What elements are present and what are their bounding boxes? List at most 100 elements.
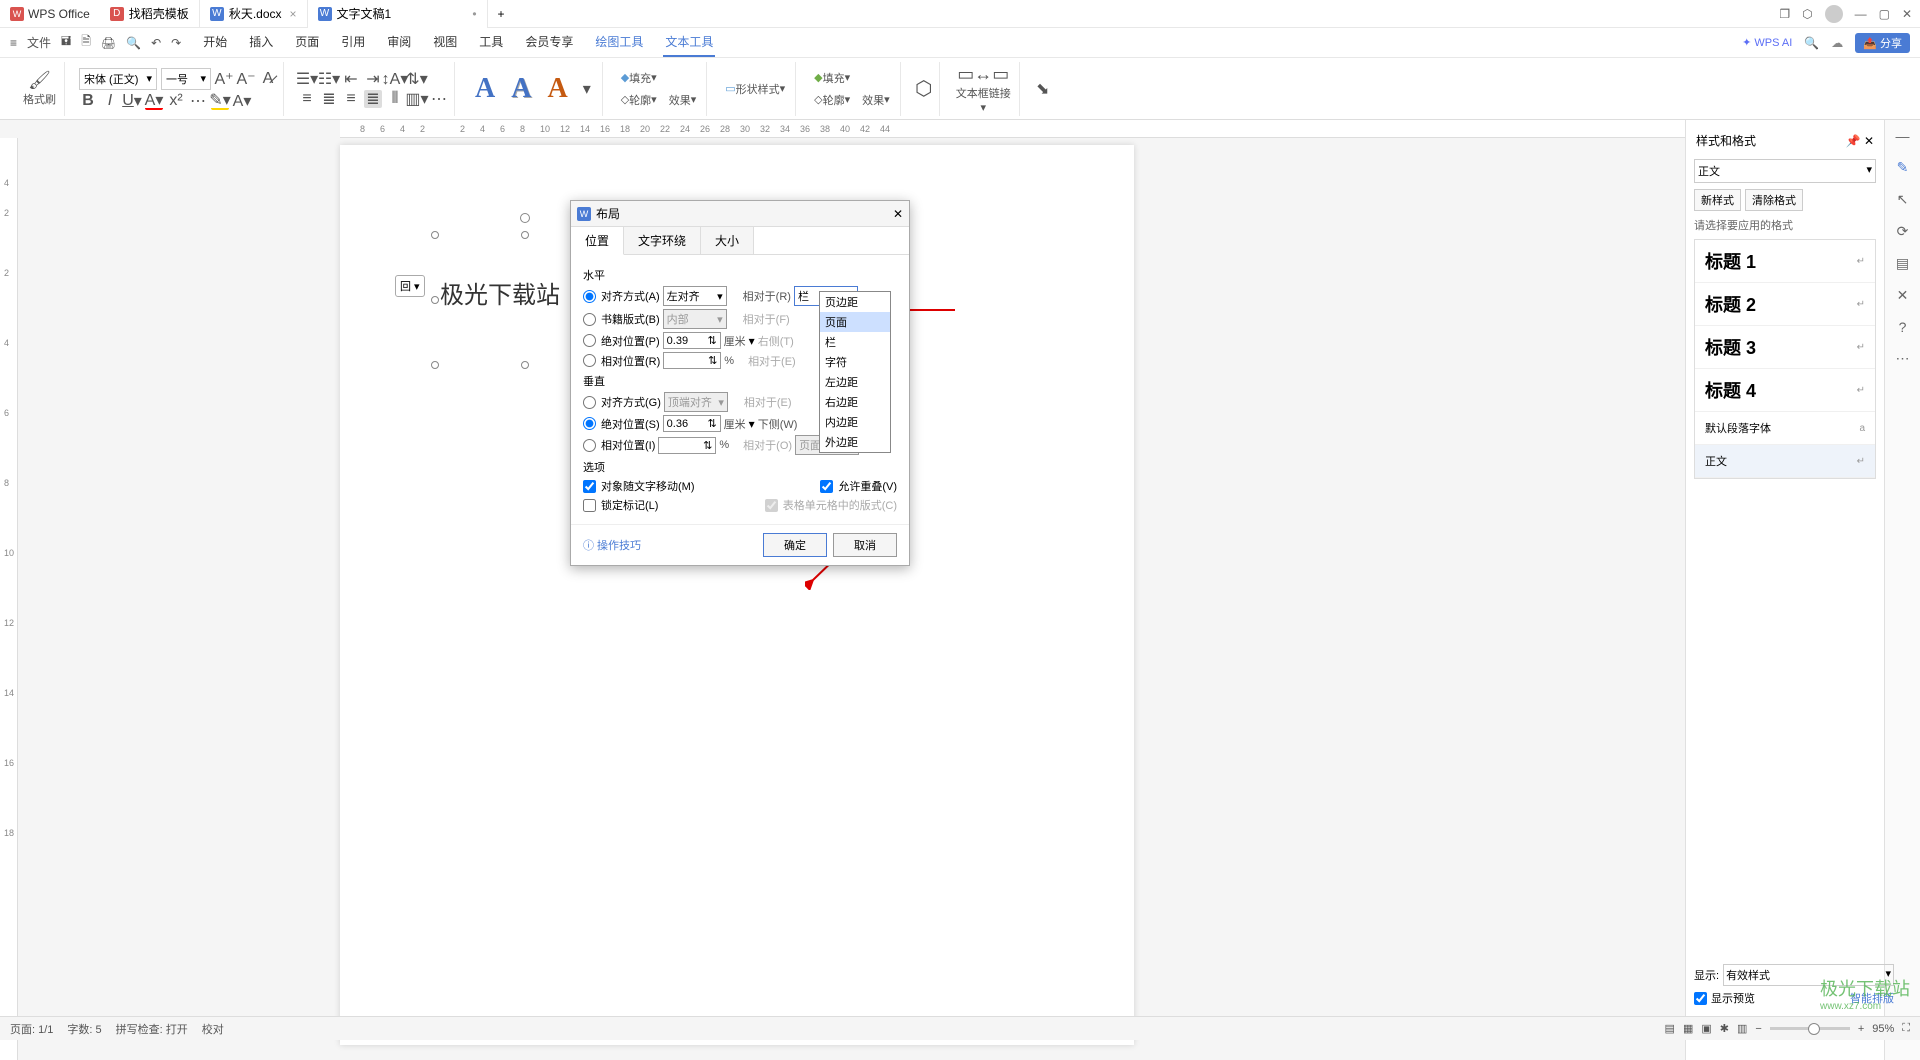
dropdown-item-margin[interactable]: 页边距 (820, 292, 890, 312)
tab-reference[interactable]: 引用 (339, 28, 367, 57)
tab-drawing-tools[interactable]: 绘图工具 (593, 28, 645, 57)
italic-icon[interactable]: I (101, 92, 119, 110)
highlight-icon[interactable]: ✎▾ (211, 92, 229, 110)
shape-outline-button[interactable]: ◇ 轮廓 ▾ (810, 90, 854, 110)
increase-font-icon[interactable]: A⁺ (215, 70, 233, 88)
vabs-spinner[interactable]: 0.36⇅ (663, 415, 721, 432)
handle-tl[interactable] (431, 231, 439, 239)
window-copy-icon[interactable]: ❐ (1779, 7, 1790, 21)
wordart-more-icon[interactable]: ▾ (578, 80, 596, 98)
search-icon[interactable]: 🔍 (1804, 36, 1819, 50)
new-style-button[interactable]: 新样式 (1694, 189, 1741, 211)
dropdown-item-inner[interactable]: 内边距 (820, 412, 890, 432)
zoom-out-icon[interactable]: − (1755, 1023, 1761, 1035)
dropdown-item-rightmargin[interactable]: 右边距 (820, 392, 890, 412)
zoom-value[interactable]: 95% (1872, 1023, 1894, 1035)
tab-tools[interactable]: 工具 (477, 28, 505, 57)
dropdown-item-column[interactable]: 栏 (820, 332, 890, 352)
abspos-radio[interactable]: 绝对位置(P) (583, 333, 660, 349)
maximize-icon[interactable]: ▢ (1879, 7, 1890, 21)
style-heading-3[interactable]: 标题 3↵ (1695, 326, 1875, 369)
handle-ml[interactable] (431, 296, 439, 304)
saveas-icon[interactable]: 🗎 (81, 32, 91, 53)
ok-button[interactable]: 确定 (763, 533, 827, 557)
shape-fill-button[interactable]: ◆ 填充 ▾ (810, 68, 894, 88)
align-right-icon[interactable]: ≡ (342, 90, 360, 108)
status-proof[interactable]: 校对 (202, 1021, 224, 1037)
dropdown-item-leftmargin[interactable]: 左边距 (820, 372, 890, 392)
shape-style-button[interactable]: ▭形状样式 ▾ (721, 79, 789, 99)
clear-format-button[interactable]: 清除格式 (1745, 189, 1803, 211)
font-color-icon[interactable]: A▾ (145, 92, 163, 110)
more-side-icon[interactable]: ⋯ (1896, 350, 1910, 367)
align-justify-icon[interactable]: ≣ (364, 90, 382, 108)
indent-right-icon[interactable]: ⇥ (364, 70, 382, 88)
rotate-handle[interactable] (520, 213, 530, 223)
vrel-spinner[interactable]: ⇅ (658, 437, 716, 454)
status-page[interactable]: 页面: 1/1 (10, 1021, 53, 1037)
preview-checkbox[interactable] (1694, 992, 1707, 1005)
launcher-icon[interactable]: ⬊ (1034, 80, 1052, 98)
decrease-font-icon[interactable]: A⁻ (237, 70, 255, 88)
vabs-radio[interactable]: 绝对位置(S) (583, 416, 660, 432)
bullets-icon[interactable]: ☰▾ (298, 70, 316, 88)
wordart-1[interactable]: A (469, 73, 501, 105)
tab-doc-2[interactable]: W 文字文稿1 • (308, 0, 488, 28)
align-radio[interactable]: 对齐方式(A) (583, 288, 660, 304)
font-select[interactable]: 宋体 (正文)▾ (79, 68, 157, 90)
handle-bm[interactable] (521, 361, 529, 369)
dialog-tab-wrap[interactable]: 文字环绕 (624, 227, 701, 254)
relpos-radio[interactable]: 相对位置(R) (583, 353, 660, 369)
align-left-icon[interactable]: ≡ (298, 90, 316, 108)
abspos-spinner[interactable]: 0.39⇅ (663, 332, 721, 349)
menu-icon[interactable]: ≡ (10, 36, 17, 50)
help-side-icon[interactable]: ? (1899, 319, 1907, 335)
more-font-icon[interactable]: ⋯ (189, 92, 207, 110)
zoom-in-icon[interactable]: + (1858, 1023, 1864, 1035)
wordart-3[interactable]: A (541, 73, 573, 105)
style-heading-1[interactable]: 标题 1↵ (1695, 240, 1875, 283)
cube-icon[interactable]: ⬡ (1802, 7, 1812, 21)
tab-start[interactable]: 开始 (201, 28, 229, 57)
edit-side-icon[interactable]: ✎ (1897, 159, 1909, 176)
distribute-icon[interactable]: ⫴ (386, 90, 404, 108)
dialog-close-icon[interactable]: ✕ (893, 207, 903, 221)
wordart-2[interactable]: A (505, 73, 537, 105)
view-mode-4-icon[interactable]: ✱ (1720, 1022, 1729, 1035)
tab-doc-1[interactable]: W 秋天.docx × (200, 0, 308, 28)
redo-icon[interactable]: ↷ (171, 36, 181, 50)
wps-ai-button[interactable]: ✦ WPS AI (1742, 36, 1792, 49)
align-center-icon[interactable]: ≣ (320, 90, 338, 108)
pin-icon[interactable]: 📌 (1846, 134, 1861, 148)
close-window-icon[interactable]: ✕ (1902, 7, 1912, 21)
cycle-side-icon[interactable]: ⟳ (1897, 223, 1909, 240)
tools-side-icon[interactable]: ✕ (1897, 287, 1909, 304)
handle-bl[interactable] (431, 361, 439, 369)
status-spell[interactable]: 拼写检查: 打开 (116, 1021, 188, 1037)
view-mode-1-icon[interactable]: ▤ (1665, 1022, 1675, 1035)
share-button[interactable]: 📤 分享 (1855, 33, 1910, 53)
collapse-icon[interactable]: — (1896, 128, 1910, 144)
new-tab-button[interactable]: + (488, 0, 515, 28)
bold-icon[interactable]: B (79, 92, 97, 110)
style-body[interactable]: 正文↵ (1695, 445, 1875, 478)
tab-member[interactable]: 会员专享 (523, 28, 575, 57)
layers-side-icon[interactable]: ▤ (1896, 255, 1909, 272)
preview-icon[interactable]: 🔍 (126, 36, 141, 50)
format-brush-button[interactable]: 🖌 格式刷 (21, 68, 58, 109)
relative-to-dropdown[interactable]: 页边距 页面 栏 字符 左边距 右边距 内边距 外边距 (819, 291, 891, 453)
text-fill-button[interactable]: ◆ 填充 ▾ (617, 68, 701, 88)
fullscreen-icon[interactable]: ⛶ (1902, 1022, 1910, 1035)
close-panel-icon[interactable]: ✕ (1864, 134, 1874, 148)
status-words[interactable]: 字数: 5 (67, 1021, 101, 1037)
tab-changed-icon[interactable]: • (472, 7, 476, 21)
size-select[interactable]: 一号▾ (161, 68, 211, 90)
superscript-icon[interactable]: x² (167, 92, 185, 110)
move-with-text-check[interactable]: 对象随文字移动(M) (583, 478, 695, 494)
ruler-vertical[interactable]: 4224 681012 141618 (0, 138, 18, 1060)
textbox-content[interactable]: 极光下载站 (440, 275, 560, 310)
ruler-horizontal[interactable]: 8642 2468 10121416 18202224 26283032 343… (340, 120, 1685, 138)
3d-icon[interactable]: ⬡ (915, 80, 933, 98)
tab-insert[interactable]: 插入 (247, 28, 275, 57)
tab-templates[interactable]: D 找稻壳模板 (100, 0, 200, 28)
